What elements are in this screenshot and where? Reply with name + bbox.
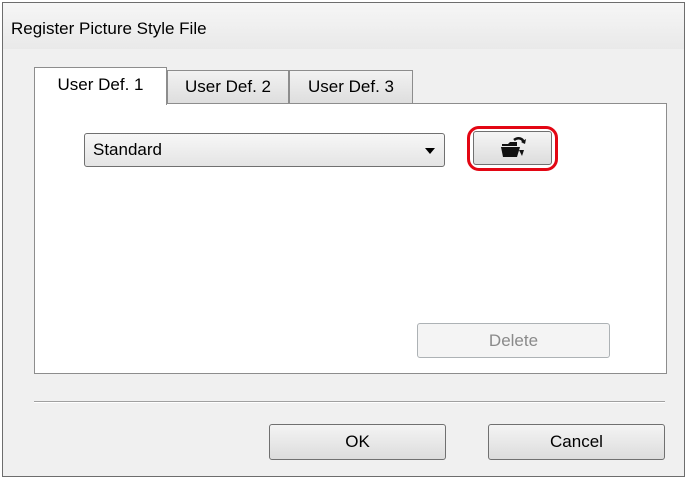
- tab-user-def-2[interactable]: User Def. 2: [167, 70, 289, 103]
- separator: [34, 401, 665, 403]
- picture-style-dropdown[interactable]: Standard: [84, 133, 445, 167]
- register-picture-style-dialog: Register Picture Style File User Def. 1 …: [2, 2, 685, 477]
- open-folder-icon: [501, 137, 526, 157]
- open-file-button[interactable]: [473, 131, 552, 165]
- delete-button[interactable]: Delete: [417, 323, 610, 358]
- dropdown-selected-value: Standard: [93, 140, 162, 159]
- dialog-body: User Def. 1 User Def. 2 User Def. 3 Stan…: [3, 49, 684, 476]
- tab-user-def-1[interactable]: User Def. 1: [34, 67, 167, 105]
- title-bar[interactable]: Register Picture Style File: [3, 3, 684, 49]
- dialog-title: Register Picture Style File: [11, 19, 207, 38]
- ok-button[interactable]: OK: [269, 424, 446, 460]
- tab-user-def-3[interactable]: User Def. 3: [289, 70, 413, 103]
- chevron-down-icon: [425, 148, 435, 154]
- cancel-button[interactable]: Cancel: [488, 424, 665, 460]
- tab-panel: Standard Delete: [34, 103, 667, 374]
